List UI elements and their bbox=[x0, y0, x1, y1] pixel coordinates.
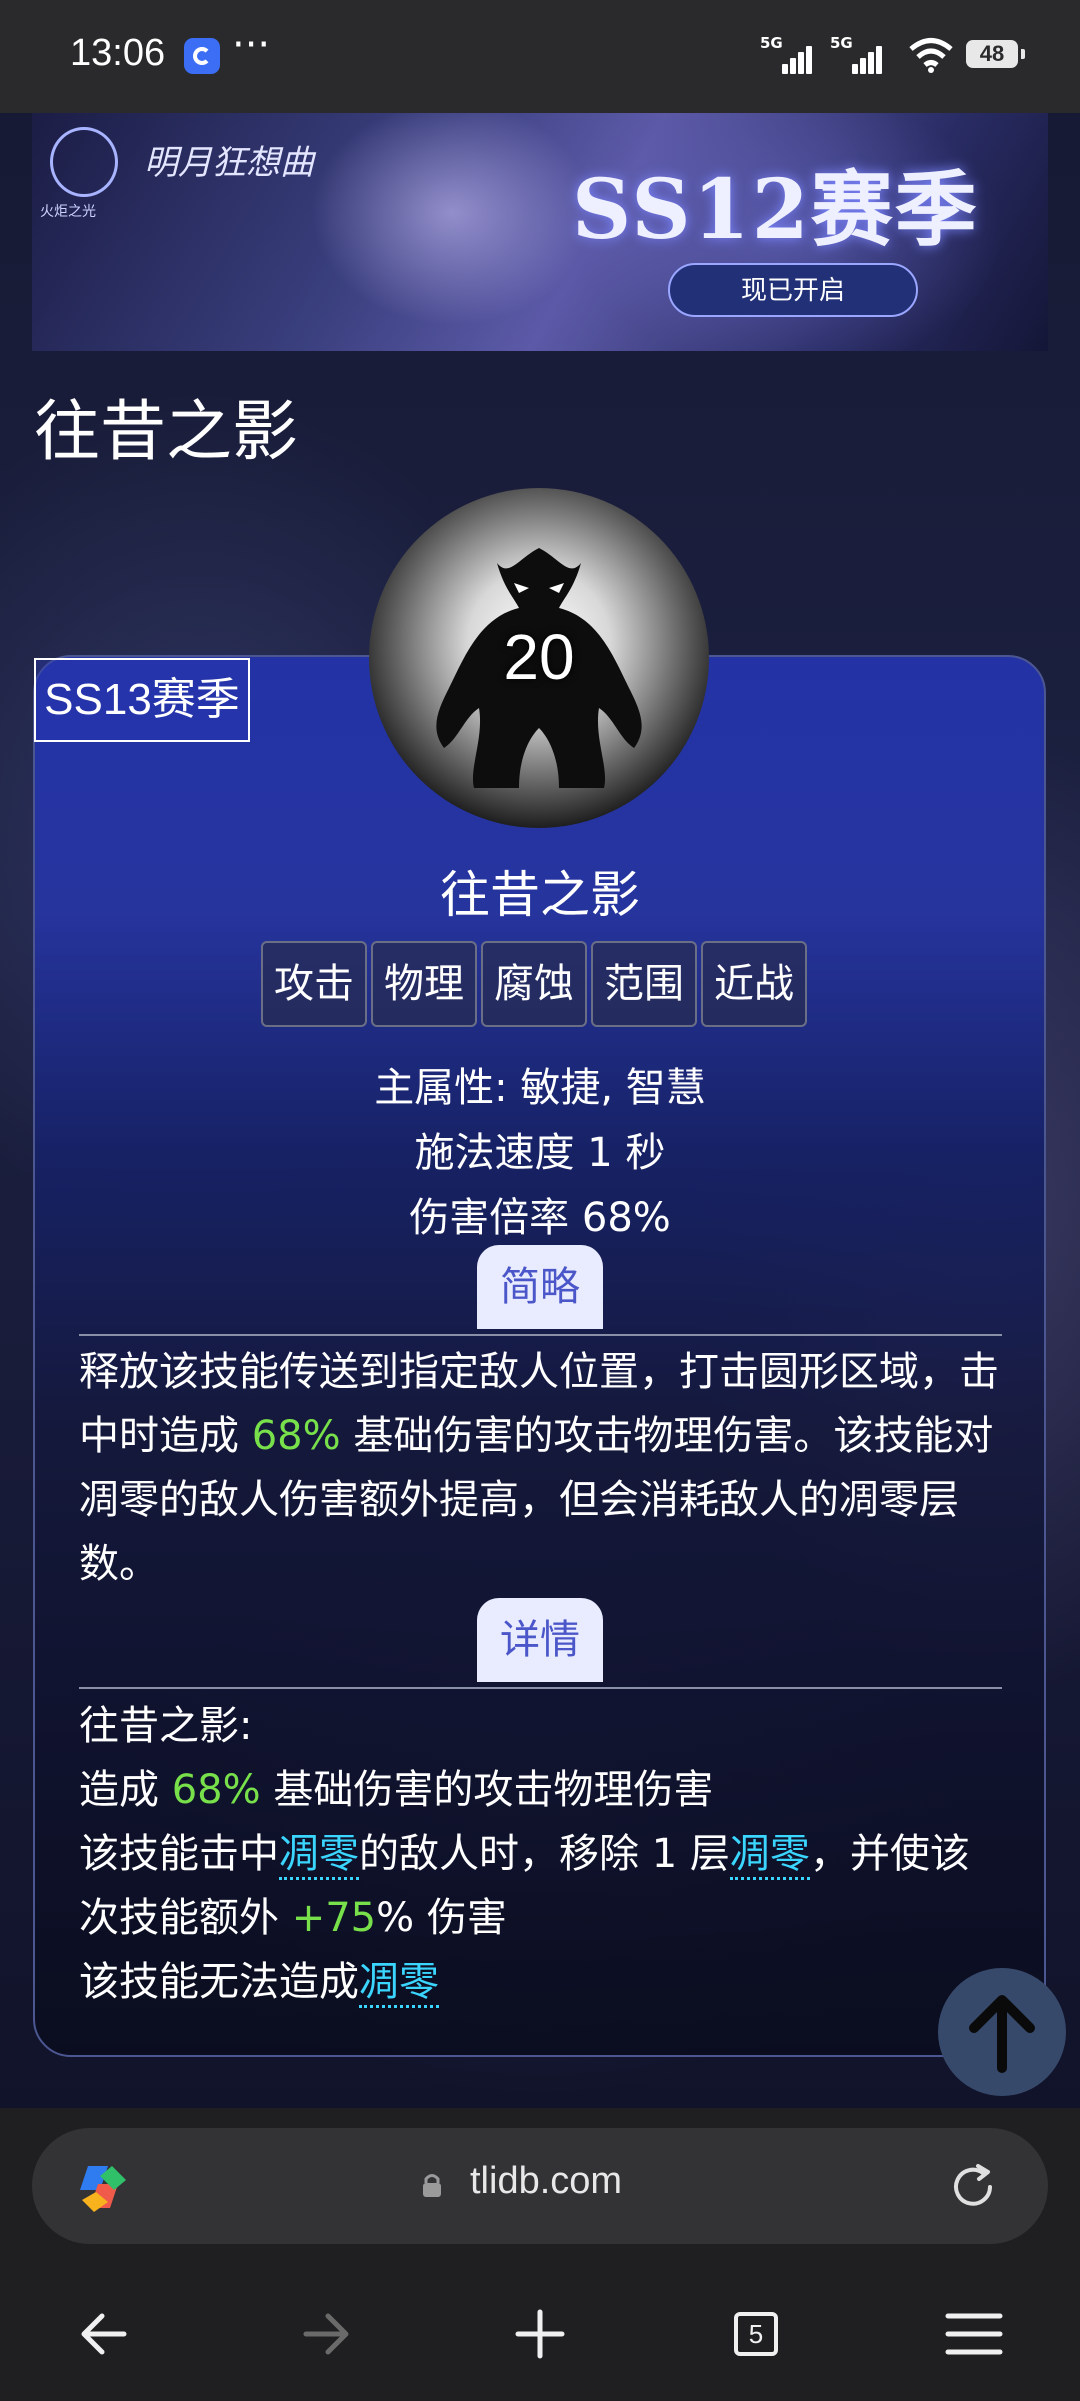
main-attribute: 主属性: 敏捷, 智慧 bbox=[374, 1065, 706, 1111]
tag-physical[interactable]: 物理 bbox=[371, 941, 477, 1027]
new-tab-icon[interactable] bbox=[500, 2294, 580, 2374]
skill-level: 20 bbox=[503, 621, 575, 693]
cast-speed: 施法速度 1 秒 bbox=[414, 1130, 666, 1176]
lock-icon bbox=[423, 2174, 441, 2197]
detail-line-no-wither: 该技能无法造成凋零 bbox=[79, 1950, 1009, 2014]
more-notifications-icon: ··· bbox=[232, 22, 271, 68]
back-icon[interactable] bbox=[66, 2294, 146, 2374]
status-bar: 13:06 ··· 5G 5G 48 bbox=[0, 0, 1080, 113]
banner-open-button[interactable]: 现已开启 bbox=[668, 263, 918, 317]
tag-erosion[interactable]: 腐蚀 bbox=[481, 941, 587, 1027]
tabs-button[interactable]: 5 bbox=[716, 2294, 796, 2374]
keyword-wither-link[interactable]: 凋零 bbox=[359, 1959, 439, 2008]
tag-melee[interactable]: 近战 bbox=[701, 941, 807, 1027]
skill-tags: 攻击 物理 腐蚀 范围 近战 bbox=[261, 941, 807, 1029]
signal-icon: 5G bbox=[760, 34, 818, 74]
reload-icon[interactable] bbox=[944, 2158, 1002, 2216]
signal-icon-2: 5G bbox=[830, 34, 888, 74]
season-banner[interactable]: 火炬之光 明月狂想曲 SS12赛季 现已开启 bbox=[32, 113, 1048, 351]
tab-count: 5 bbox=[734, 2312, 778, 2356]
detail-divider bbox=[79, 1687, 1002, 1689]
banner-logo-text: 火炬之光 bbox=[40, 204, 96, 220]
skill-name: 往昔之影 bbox=[440, 866, 640, 924]
detail-text: 往昔之影: 造成 68% 基础伤害的攻击物理伤害 该技能击中凋零的敌人时，移除 … bbox=[79, 1694, 1009, 2014]
wifi-icon bbox=[909, 38, 953, 73]
arrow-up-icon bbox=[969, 1995, 1035, 2073]
detail-tab-button[interactable]: 详情 bbox=[477, 1598, 603, 1682]
tag-area[interactable]: 范围 bbox=[591, 941, 697, 1027]
app-notification-icon bbox=[184, 38, 220, 74]
url-text[interactable]: tlidb.com bbox=[470, 2160, 622, 2203]
banner-subtitle: 明月狂想曲 bbox=[144, 143, 314, 183]
detail-line-wither: 该技能击中凋零的敌人时，移除 1 层凋零，并使该次技能额外 +75% 伤害 bbox=[79, 1831, 970, 1941]
summary-tab-button[interactable]: 简略 bbox=[477, 1245, 603, 1329]
status-time: 13:06 bbox=[70, 32, 166, 74]
battery-indicator: 48 bbox=[966, 40, 1025, 68]
keyword-wither-link[interactable]: 凋零 bbox=[729, 1831, 810, 1880]
damage-rate: 伤害倍率 68% bbox=[409, 1195, 671, 1241]
copilot-icon[interactable] bbox=[74, 2158, 132, 2216]
forward-icon[interactable] bbox=[284, 2294, 364, 2374]
keyword-wither-link[interactable]: 凋零 bbox=[279, 1831, 359, 1880]
detail-heading: 往昔之影: bbox=[79, 1703, 253, 1749]
tag-attack[interactable]: 攻击 bbox=[261, 941, 367, 1027]
summary-text: 释放该技能传送到指定敌人位置，打击圆形区域，击中时造成 68% 基础伤害的攻击物… bbox=[79, 1349, 999, 1587]
banner-title: SS12赛季 bbox=[572, 162, 979, 258]
detail-line-damage: 造成 68% 基础伤害的攻击物理伤害 bbox=[79, 1767, 714, 1813]
season-badge: SS13赛季 bbox=[34, 658, 250, 742]
game-logo-icon bbox=[50, 127, 118, 197]
summary-divider bbox=[79, 1334, 1002, 1336]
summary-damage-highlight: 68% bbox=[251, 1413, 341, 1459]
page-title: 往昔之影 bbox=[34, 393, 298, 470]
menu-icon[interactable] bbox=[934, 2294, 1014, 2374]
scroll-to-top-button[interactable] bbox=[938, 1968, 1066, 2096]
